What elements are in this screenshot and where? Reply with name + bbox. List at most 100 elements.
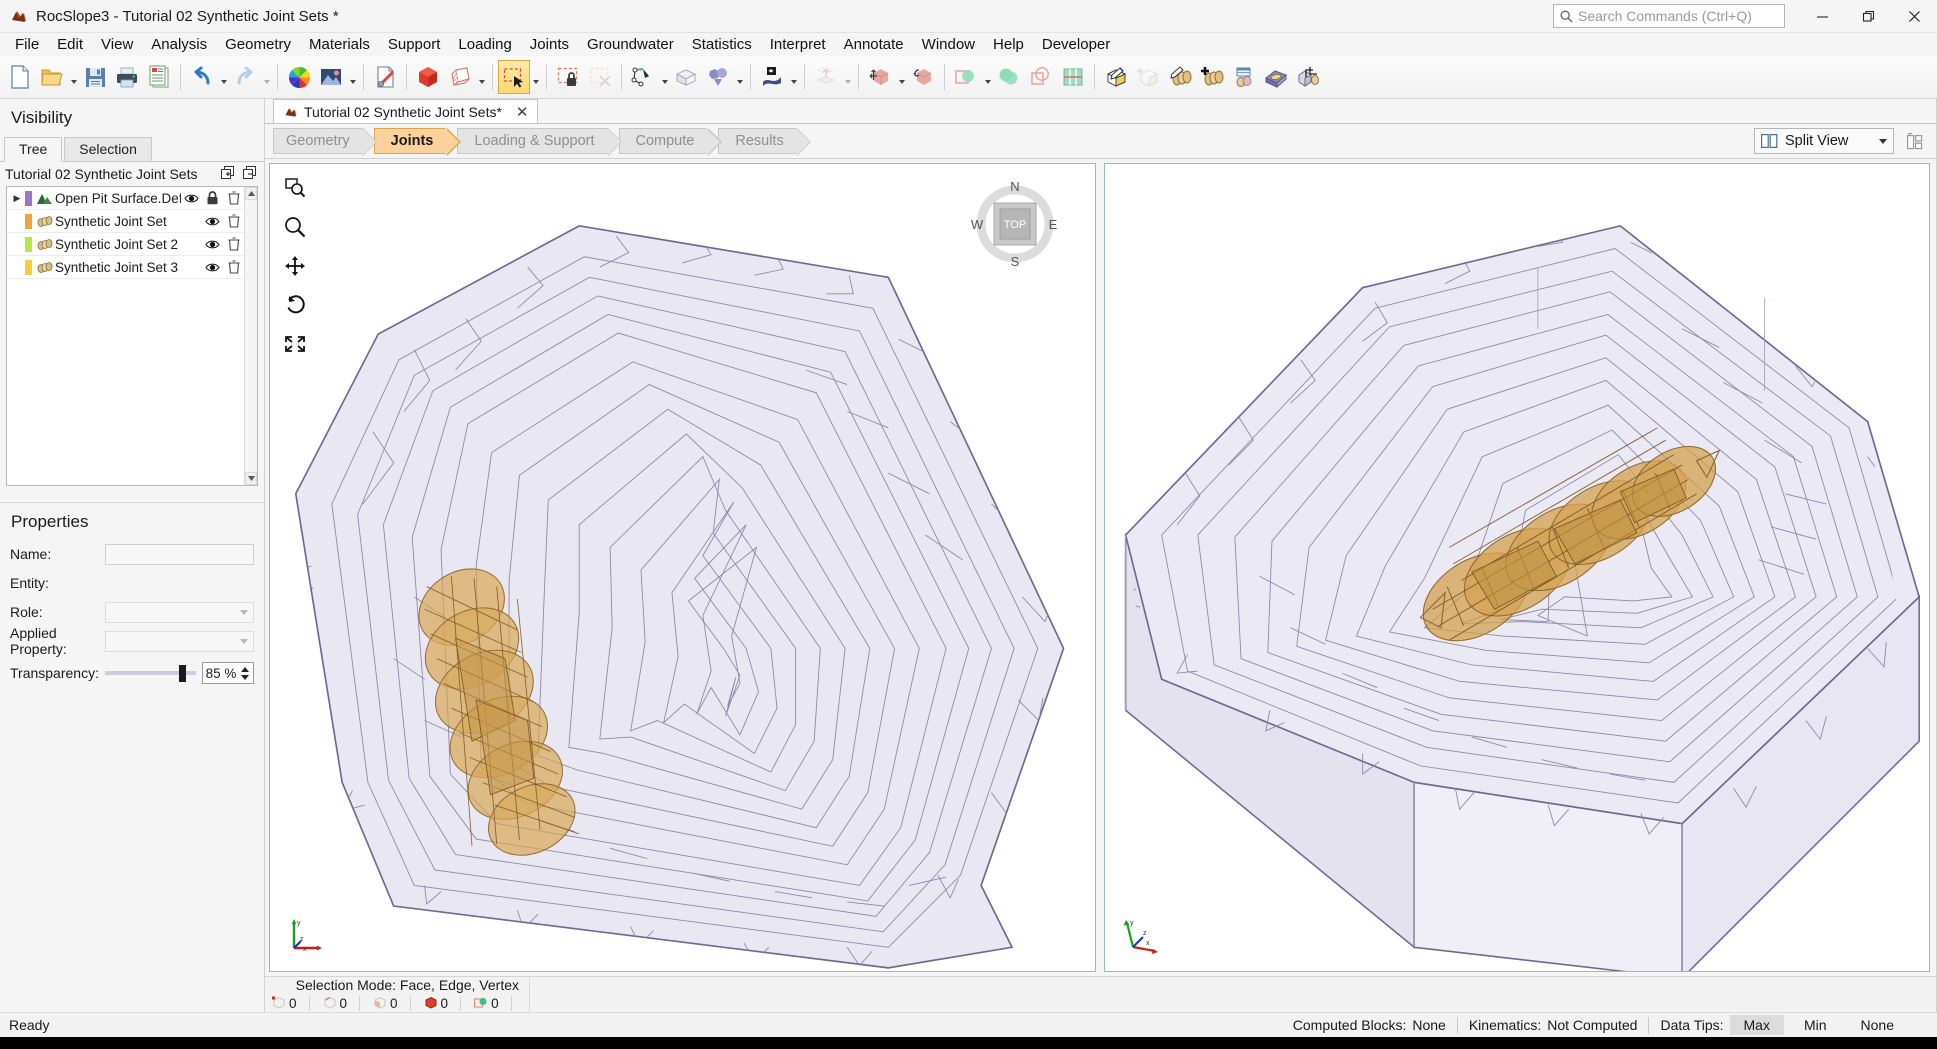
move-object-button[interactable]: [864, 60, 896, 94]
add-polyline-caret[interactable]: [659, 60, 670, 94]
delete-icon[interactable]: [223, 211, 244, 231]
zoom-button[interactable]: [281, 213, 309, 241]
search-input[interactable]: Search Commands (Ctrl+Q): [1553, 4, 1785, 28]
split-view-dropdown[interactable]: Split View: [1754, 128, 1894, 154]
selection-mode-button[interactable]: [498, 60, 530, 94]
tree-row-open-pit-surface[interactable]: ▶ Open Pit Surface.Default.Mesh_rep: [7, 187, 244, 210]
menu-groundwater[interactable]: Groundwater: [578, 34, 683, 55]
transparency-slider-thumb[interactable]: [178, 664, 186, 682]
redo-caret[interactable]: [261, 60, 272, 94]
intersect-button[interactable]: [950, 60, 982, 94]
tab-tree[interactable]: Tree: [4, 137, 63, 162]
document-tab[interactable]: Tutorial 02 Synthetic Joint Sets* ✕: [273, 99, 538, 123]
extrude-caret[interactable]: [842, 60, 853, 94]
block-counter[interactable]: 0: [411, 995, 462, 1011]
add-joint-set-button[interactable]: [1196, 60, 1228, 94]
tree-row-synthetic-joint-set-2[interactable]: Synthetic Joint Set 2: [7, 233, 244, 256]
menu-help[interactable]: Help: [984, 34, 1033, 55]
workflow-step-compute[interactable]: Compute: [618, 128, 722, 156]
scroll-track[interactable]: [245, 200, 257, 472]
edit-joint-set-button[interactable]: [1164, 60, 1196, 94]
document-tab-close-icon[interactable]: ✕: [516, 103, 529, 121]
add-box-button[interactable]: [670, 60, 702, 94]
transparency-slider[interactable]: [105, 664, 196, 682]
delete-icon[interactable]: [223, 188, 244, 208]
scroll-down-icon[interactable]: [245, 472, 257, 485]
joint-counter[interactable]: 0: [461, 995, 512, 1011]
joint-statistics-button[interactable]: [1228, 60, 1260, 94]
save-button[interactable]: [79, 60, 111, 94]
lock-icon[interactable]: [202, 188, 223, 208]
edge-counter[interactable]: 0: [310, 995, 361, 1011]
data-tips-none-button[interactable]: None: [1847, 1015, 1908, 1035]
face-counter[interactable]: 0: [360, 995, 411, 1011]
joint-network-button[interactable]: [1260, 60, 1292, 94]
menu-edit[interactable]: Edit: [48, 34, 92, 55]
scroll-up-icon[interactable]: [245, 187, 257, 200]
extrude-button[interactable]: [810, 60, 842, 94]
redo-button[interactable]: [229, 60, 261, 94]
menu-loading[interactable]: Loading: [449, 34, 520, 55]
workflow-step-geometry[interactable]: Geometry: [273, 128, 377, 156]
workflow-step-results[interactable]: Results: [718, 128, 812, 156]
close-button[interactable]: [1891, 0, 1937, 33]
visibility-eye-icon[interactable]: [181, 188, 202, 208]
open-file-caret[interactable]: [68, 60, 79, 94]
pan-button[interactable]: [281, 252, 309, 280]
tree-row-synthetic-joint-set[interactable]: Synthetic Joint Set: [7, 210, 244, 233]
intersect-caret[interactable]: [982, 60, 993, 94]
menu-view[interactable]: View: [92, 34, 142, 55]
top-view-viewport[interactable]: TOP N S E W x y z: [269, 163, 1096, 972]
copy-image-button[interactable]: [315, 60, 347, 94]
boolean-caret[interactable]: [734, 60, 745, 94]
data-tips-max-button[interactable]: Max: [1729, 1015, 1784, 1035]
subtract-button[interactable]: [1025, 60, 1057, 94]
vertex-counter[interactable]: 0: [265, 995, 310, 1011]
delete-icon[interactable]: [223, 234, 244, 254]
spinner-arrows[interactable]: [239, 666, 253, 680]
expand-twisty-icon[interactable]: ▶: [9, 193, 25, 204]
rotate-object-button[interactable]: [907, 60, 939, 94]
menu-interpret[interactable]: Interpret: [761, 34, 835, 55]
selection-mode-caret[interactable]: [530, 60, 541, 94]
menu-support[interactable]: Support: [379, 34, 450, 55]
visibility-eye-icon[interactable]: [202, 257, 223, 277]
open-file-button[interactable]: [36, 60, 68, 94]
show-mesh-caret[interactable]: [476, 60, 487, 94]
menu-joints[interactable]: Joints: [521, 34, 578, 55]
minimize-button[interactable]: [1799, 0, 1845, 33]
menu-window[interactable]: Window: [913, 34, 984, 55]
print-button[interactable]: [111, 60, 143, 94]
tab-selection[interactable]: Selection: [64, 137, 152, 161]
menu-materials[interactable]: Materials: [300, 34, 379, 55]
clear-selection-button[interactable]: [584, 60, 616, 94]
grid-button[interactable]: [1057, 60, 1089, 94]
edit-block-button[interactable]: [1100, 60, 1132, 94]
applied-property-combo[interactable]: [105, 630, 254, 652]
delete-icon[interactable]: [223, 257, 244, 277]
crop-joints-button[interactable]: [1292, 60, 1324, 94]
visibility-eye-icon[interactable]: [202, 211, 223, 231]
project-settings-button[interactable]: [369, 60, 401, 94]
show-solids-button[interactable]: [412, 60, 444, 94]
transparency-spinner[interactable]: 85 %: [202, 662, 254, 684]
lock-selection-button[interactable]: [552, 60, 584, 94]
zoom-window-button[interactable]: [281, 174, 309, 202]
show-mesh-button[interactable]: [444, 60, 476, 94]
workflow-step-loading-support[interactable]: Loading & Support: [457, 128, 623, 156]
menu-developer[interactable]: Developer: [1033, 34, 1119, 55]
display-options-button[interactable]: [283, 60, 315, 94]
name-input[interactable]: [105, 543, 254, 565]
menu-analysis[interactable]: Analysis: [142, 34, 216, 55]
add-polyline-button[interactable]: [627, 60, 659, 94]
view-cube[interactable]: TOP N S E W: [969, 178, 1057, 269]
workflow-step-joints[interactable]: Joints: [373, 128, 461, 156]
maximize-button[interactable]: [1845, 0, 1891, 33]
new-file-button[interactable]: [4, 60, 36, 94]
view-layout-button[interactable]: [1902, 128, 1928, 154]
import-geometry-button[interactable]: [756, 60, 788, 94]
tree-scrollbar[interactable]: [244, 187, 257, 485]
report-button[interactable]: [143, 60, 175, 94]
perspective-view-viewport[interactable]: x y z: [1103, 163, 1930, 972]
copy-image-caret[interactable]: [347, 60, 358, 94]
